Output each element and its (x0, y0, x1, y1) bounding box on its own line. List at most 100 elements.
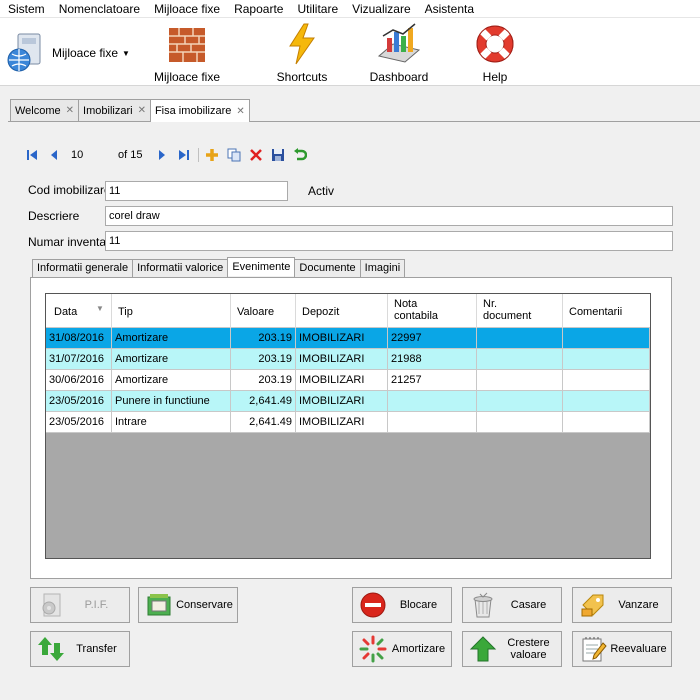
tab-informatii-generale[interactable]: Informatii generale (32, 259, 134, 277)
tab-informatii-valorice[interactable]: Informatii valorice (132, 259, 229, 277)
tab-imagini[interactable]: Imagini (359, 259, 406, 277)
transfer-arrows-icon (34, 634, 68, 664)
last-record-icon[interactable] (176, 147, 192, 163)
column-header-tip[interactable]: Tip (112, 294, 231, 328)
close-icon[interactable]: ✕ (236, 106, 244, 117)
sale-tag-icon (576, 590, 610, 620)
descriere-field[interactable]: corel draw (105, 206, 673, 226)
menu-nomenclatoare[interactable]: Nomenclatoare (51, 0, 146, 18)
first-record-icon[interactable] (24, 147, 40, 163)
cell-valoare[interactable]: 203.19 (231, 349, 296, 370)
blocare-button[interactable]: Blocare (352, 587, 452, 623)
cod-imobilizare-field[interactable]: 11 (105, 181, 288, 201)
menu-vizualizare[interactable]: Vizualizare (344, 0, 416, 18)
transfer-button[interactable]: Transfer (30, 631, 130, 667)
events-grid: Data ▼ Tip Valoare Depozit Nota contabil… (45, 293, 651, 559)
table-row[interactable]: 31/07/2016 Amortizare 203.19 IMOBILIZARI 219… (46, 349, 650, 370)
vanzare-button[interactable]: Vanzare (572, 587, 672, 623)
cell-valoare[interactable]: 203.19 (231, 370, 296, 391)
tab-evenimente[interactable]: Evenimente (227, 257, 296, 276)
table-row[interactable]: 23/05/2016 Punere in functiune 2,641.49 IMO… (46, 391, 650, 412)
pif-button[interactable]: P.I.F. (30, 587, 130, 623)
cell-depozit[interactable]: IMOBILIZARI (296, 370, 388, 391)
cell-nota-contabila[interactable] (388, 412, 477, 433)
column-header-comentarii[interactable]: Comentarii (563, 294, 650, 328)
menu-rapoarte[interactable]: Rapoarte (226, 0, 289, 18)
cell-depozit[interactable]: IMOBILIZARI (296, 349, 388, 370)
menu-asistenta[interactable]: Asistenta (417, 0, 480, 18)
cell-depozit[interactable]: IMOBILIZARI (296, 328, 388, 349)
record-position-field[interactable]: 10 (68, 147, 112, 163)
numar-inventar-field[interactable]: 11 (105, 231, 673, 251)
copy-icon[interactable] (226, 147, 242, 163)
column-header-valoare[interactable]: Valoare (231, 294, 296, 328)
table-row[interactable]: 30/06/2016 Amortizare 203.19 IMOBILIZARI 212… (46, 370, 650, 391)
cell-nota-contabila[interactable]: 21257 (388, 370, 477, 391)
cell-tip[interactable]: Intrare (112, 412, 231, 433)
cell-tip[interactable]: Punere in functiune (112, 391, 231, 412)
column-header-data[interactable]: Data ▼ (46, 294, 112, 328)
cell-nr-document[interactable] (477, 349, 563, 370)
cell-nr-document[interactable] (477, 370, 563, 391)
cell-comentarii[interactable] (563, 349, 650, 370)
brick-wall-icon (165, 22, 209, 66)
previous-record-icon[interactable] (46, 147, 62, 163)
ribbon-mijloace-fixe-label: Mijloace fixe (153, 70, 221, 84)
column-header-depozit[interactable]: Depozit (296, 294, 388, 328)
crestere-valoare-button[interactable]: Crestere valoare (462, 631, 562, 667)
cell-tip[interactable]: Amortizare (112, 370, 231, 391)
tab-imobilizari[interactable]: Imobilizari ✕ (78, 99, 151, 121)
ribbon-help-button[interactable]: Help (450, 22, 540, 84)
cell-data[interactable]: 30/06/2016 (46, 370, 112, 391)
menu-sistem[interactable]: Sistem (0, 0, 51, 18)
amortizare-button[interactable]: Amortizare (352, 631, 452, 667)
cell-tip[interactable]: Amortizare (112, 349, 231, 370)
descriere-label: Descriere (28, 209, 80, 223)
cell-comentarii[interactable] (563, 328, 650, 349)
cell-data[interactable]: 31/08/2016 (46, 328, 112, 349)
cell-nota-contabila[interactable]: 22997 (388, 328, 477, 349)
cell-valoare[interactable]: 2,641.49 (231, 391, 296, 412)
ribbon-shortcuts-button[interactable]: Shortcuts (257, 22, 347, 84)
ribbon-mijloace-fixe-button[interactable]: Mijloace fixe (142, 22, 232, 84)
delete-icon[interactable] (248, 147, 264, 163)
ribbon-shortcuts-label: Shortcuts (276, 70, 328, 84)
cell-nota-contabila[interactable]: 21988 (388, 349, 477, 370)
column-header-nr-document[interactable]: Nr. document (477, 294, 563, 328)
cell-comentarii[interactable] (563, 391, 650, 412)
menu-mijloace-fixe[interactable]: Mijloace fixe (146, 0, 226, 18)
cell-nr-document[interactable] (477, 412, 563, 433)
undo-icon[interactable] (292, 147, 308, 163)
cell-depozit[interactable]: IMOBILIZARI (296, 391, 388, 412)
module-dropdown[interactable]: Mijloace fixe ▼ (4, 28, 136, 78)
cell-data[interactable]: 23/05/2016 (46, 412, 112, 433)
cell-data[interactable]: 31/07/2016 (46, 349, 112, 370)
conservare-button[interactable]: Conservare (138, 587, 238, 623)
cell-tip[interactable]: Amortizare (112, 328, 231, 349)
cell-valoare[interactable]: 2,641.49 (231, 412, 296, 433)
tab-documente[interactable]: Documente (294, 259, 361, 277)
cell-valoare[interactable]: 203.19 (231, 328, 296, 349)
cell-data[interactable]: 23/05/2016 (46, 391, 112, 412)
cell-nr-document[interactable] (477, 328, 563, 349)
cell-depozit[interactable]: IMOBILIZARI (296, 412, 388, 433)
next-record-icon[interactable] (154, 147, 170, 163)
tab-welcome[interactable]: Welcome ✕ (10, 99, 80, 121)
cell-nr-document[interactable] (477, 391, 563, 412)
casare-button[interactable]: Casare (462, 587, 562, 623)
ribbon-dashboard-button[interactable]: Dashboard (354, 22, 444, 84)
table-row[interactable]: 23/05/2016 Intrare 2,641.49 IMOBILIZARI (46, 412, 650, 433)
save-icon[interactable] (270, 147, 286, 163)
menu-utilitare[interactable]: Utilitare (289, 0, 344, 18)
close-icon[interactable]: ✕ (66, 105, 74, 116)
reevaluare-button[interactable]: Reevaluare (572, 631, 672, 667)
table-row[interactable]: 31/08/2016 Amortizare 203.19 IMOBILIZARI 229… (46, 328, 650, 349)
column-header-nota-contabila[interactable]: Nota contabila (388, 294, 477, 328)
close-icon[interactable]: ✕ (138, 105, 146, 116)
add-icon[interactable] (204, 147, 220, 163)
cell-nota-contabila[interactable] (388, 391, 477, 412)
tab-welcome-label: Welcome (15, 104, 61, 117)
cell-comentarii[interactable] (563, 370, 650, 391)
cell-comentarii[interactable] (563, 412, 650, 433)
tab-fisa-imobilizare[interactable]: Fisa imobilizare ✕ (149, 99, 250, 122)
